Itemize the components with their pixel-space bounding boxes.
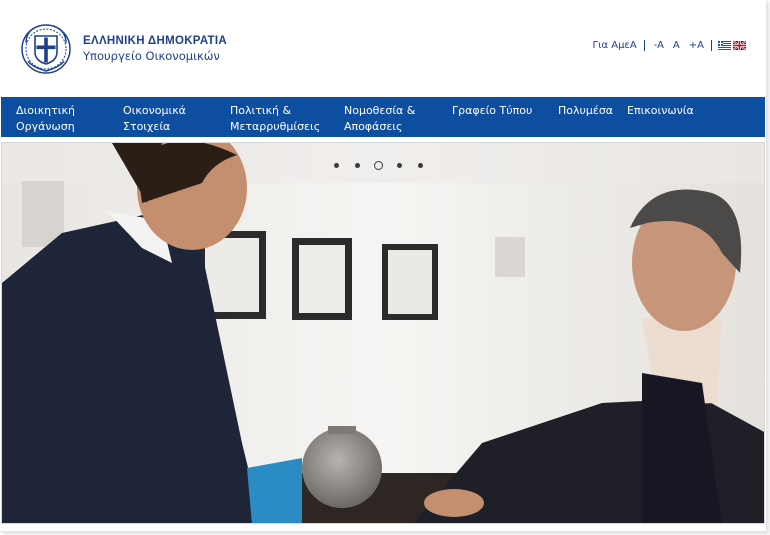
greek-coat-of-arms-icon[interactable] xyxy=(20,23,72,75)
nav-item-label: Στοιχεία xyxy=(123,120,171,133)
hero-carousel[interactable] xyxy=(1,142,765,524)
nav-item-label: Γραφείο Τύπου xyxy=(452,104,533,117)
utility-bar: Για ΑμεΑ -A A +A xyxy=(593,40,746,51)
font-increase-button[interactable]: +A xyxy=(689,40,704,51)
nav-item-label: Οργάνωση xyxy=(16,120,75,133)
nav-item-label: Αποφάσεις xyxy=(344,120,403,133)
carousel-dot[interactable] xyxy=(397,163,402,168)
carousel-dot[interactable] xyxy=(334,163,339,168)
nav-item-financial-data[interactable]: Οικονομικά Στοιχεία xyxy=(123,103,186,135)
nav-item-contact[interactable]: Επικοινωνία xyxy=(627,103,694,119)
nav-item-legislation[interactable]: Νομοθεσία & Αποφάσεις xyxy=(344,103,415,135)
carousel-dot[interactable] xyxy=(355,163,360,168)
logo-text[interactable]: ΕΛΛΗΝΙΚΗ ΔΗΜΟΚΡΑΤΙΑ Υπουργείο Οικονομικώ… xyxy=(83,34,227,64)
logo-title: ΕΛΛΗΝΙΚΗ ΔΗΜΟΚΡΑΤΙΑ xyxy=(83,35,227,47)
nav-item-label: Οικονομικά xyxy=(123,104,186,117)
nav-item-press-office[interactable]: Γραφείο Τύπου xyxy=(452,103,532,119)
nav-item-policy-reforms[interactable]: Πολιτική & Μεταρρυθμίσεις xyxy=(230,103,320,135)
divider xyxy=(711,40,712,51)
nav-item-multimedia[interactable]: Πολυμέσα xyxy=(558,103,613,119)
nav-item-label: Πολιτική & xyxy=(230,104,292,117)
nav-item-label: Πολυμέσα xyxy=(558,104,614,117)
nav-item-label: Νομοθεσία & xyxy=(344,104,416,117)
page-frame: ΕΛΛΗΝΙΚΗ ΔΗΜΟΚΡΑΤΙΑ Υπουργείο Οικονομικώ… xyxy=(0,0,767,532)
font-decrease-button[interactable]: -A xyxy=(654,40,664,51)
greek-flag-icon[interactable] xyxy=(718,41,731,50)
nav-item-administration[interactable]: Διοικητική Οργάνωση xyxy=(16,103,75,135)
logo-subtitle: Υπουργείο Οικονομικών xyxy=(83,49,220,63)
carousel-dot[interactable] xyxy=(418,163,423,168)
hero-photo xyxy=(2,143,764,523)
main-navigation: Διοικητική Οργάνωση Οικονομικά Στοιχεία … xyxy=(1,97,765,137)
nav-item-label: Επικοινωνία xyxy=(627,104,694,117)
font-normal-button[interactable]: A xyxy=(673,40,680,51)
nav-item-label: Διοικητική xyxy=(16,104,75,117)
divider xyxy=(643,40,645,51)
uk-flag-icon[interactable] xyxy=(733,41,746,50)
nav-item-label: Μεταρρυθμίσεις xyxy=(230,120,321,133)
carousel-dot-active[interactable] xyxy=(374,161,383,170)
accessibility-link[interactable]: Για ΑμεΑ xyxy=(593,40,637,51)
site-header: ΕΛΛΗΝΙΚΗ ΔΗΜΟΚΡΑΤΙΑ Υπουργείο Οικονομικώ… xyxy=(0,0,766,97)
carousel-indicators xyxy=(334,161,423,170)
